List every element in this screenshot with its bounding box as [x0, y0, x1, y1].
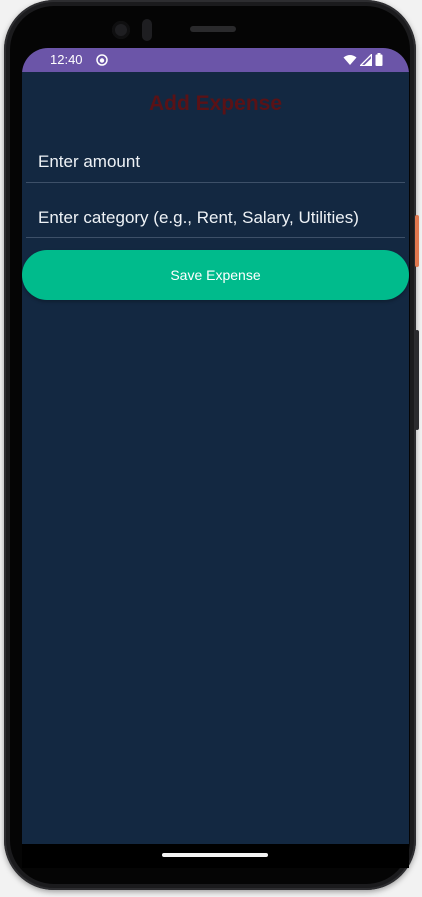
- add-expense-screen: Add Expense Enter amount Enter category …: [22, 72, 409, 844]
- phone-frame: 12:40 Add Expense Enter amount Enter cat…: [4, 0, 419, 890]
- category-input[interactable]: Enter category (e.g., Rent, Salary, Util…: [26, 208, 405, 238]
- cell-signal-icon: [360, 53, 372, 66]
- battery-icon: [375, 53, 383, 66]
- screen: 12:40 Add Expense Enter amount Enter cat…: [22, 48, 409, 868]
- status-icons: [343, 53, 383, 66]
- volume-buttons[interactable]: [415, 330, 419, 430]
- status-bar: 12:40: [22, 48, 409, 72]
- amount-placeholder: Enter amount: [38, 152, 141, 171]
- page-title: Add Expense: [148, 92, 283, 115]
- save-expense-button[interactable]: Save Expense: [22, 250, 409, 300]
- proximity-sensor: [142, 19, 152, 41]
- app-notification-icon: [96, 54, 108, 66]
- home-indicator[interactable]: [162, 853, 268, 857]
- front-camera: [112, 21, 130, 39]
- status-time: 12:40: [50, 52, 83, 67]
- navigation-bar: [22, 844, 409, 868]
- wifi-icon: [343, 54, 357, 65]
- earpiece-speaker: [190, 26, 236, 32]
- amount-input[interactable]: Enter amount: [26, 152, 405, 183]
- power-button[interactable]: [415, 215, 419, 267]
- category-placeholder: Enter category (e.g., Rent, Salary, Util…: [38, 208, 359, 227]
